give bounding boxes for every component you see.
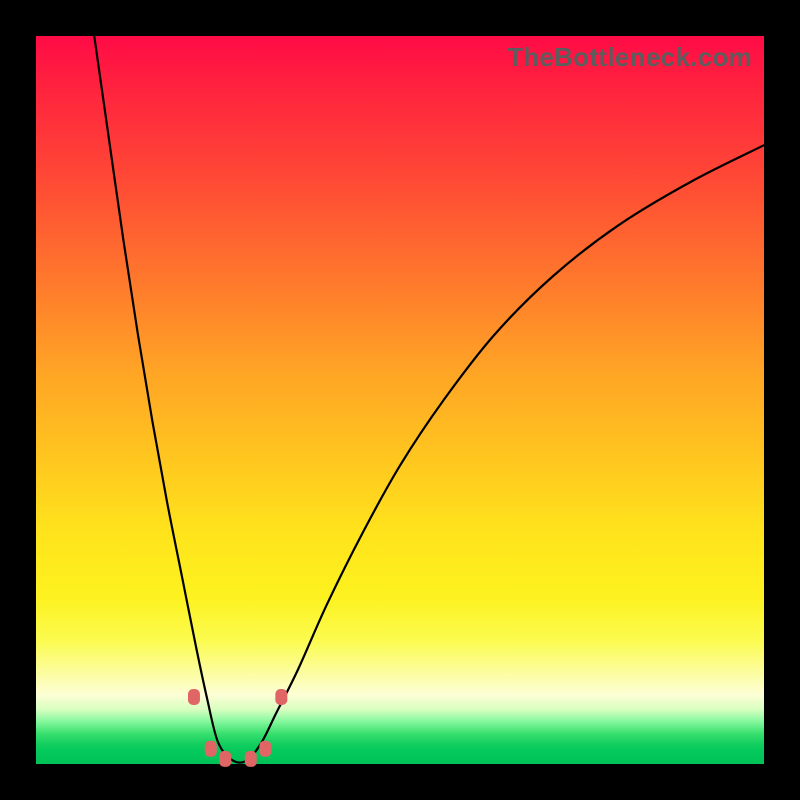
curve-marker — [219, 751, 231, 767]
curve-marker — [205, 741, 217, 757]
bottleneck-curve — [94, 36, 764, 763]
plot-area: TheBottleneck.com — [36, 36, 764, 764]
trough-markers — [188, 689, 287, 767]
curve-marker — [188, 689, 200, 705]
curve-marker — [275, 689, 287, 705]
curve-marker — [245, 751, 257, 767]
curve-overlay — [36, 36, 764, 764]
chart-frame: TheBottleneck.com — [0, 0, 800, 800]
curve-marker — [259, 741, 271, 757]
